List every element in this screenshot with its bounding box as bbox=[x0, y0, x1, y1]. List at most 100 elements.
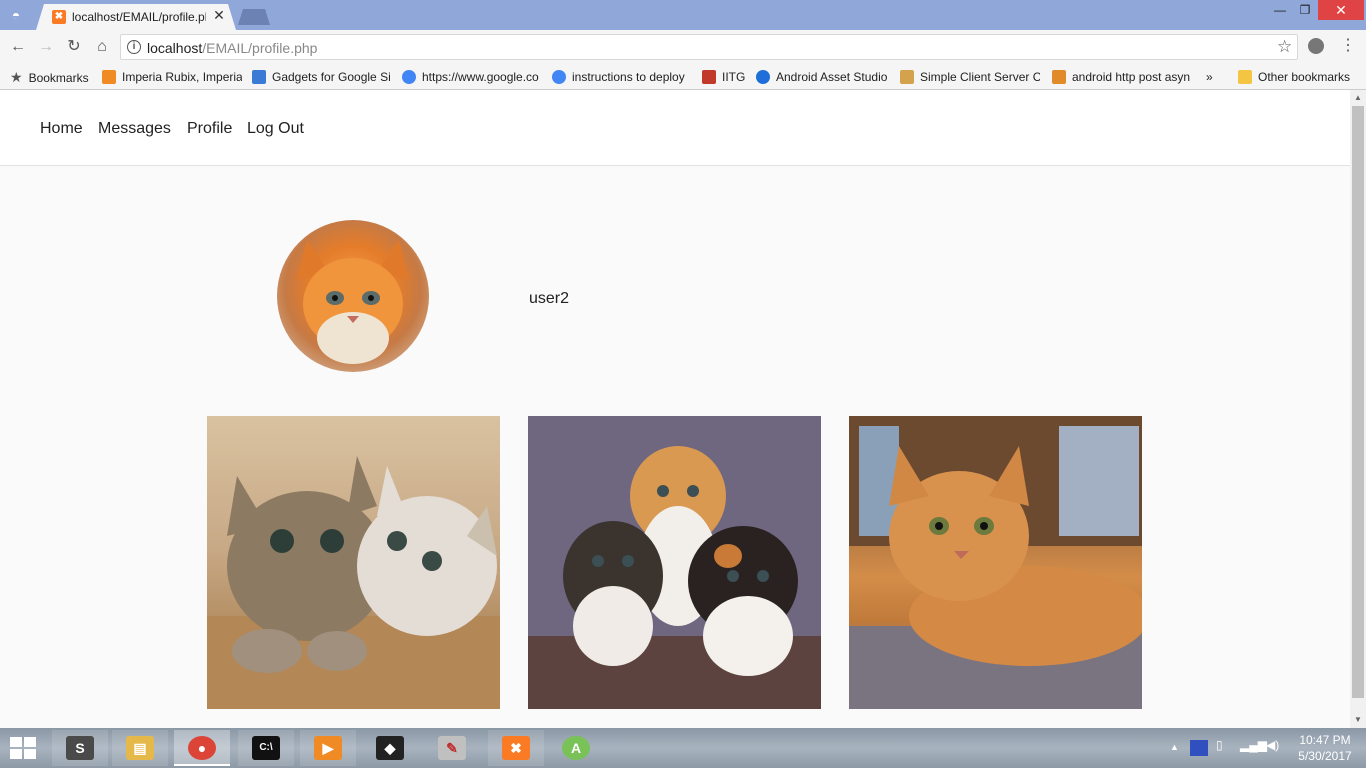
kitten-avatar-image bbox=[297, 240, 409, 364]
taskbar-paint[interactable]: ✎ bbox=[424, 730, 480, 766]
scroll-down-icon[interactable]: ▼ bbox=[1350, 712, 1366, 728]
profile-photo[interactable] bbox=[528, 416, 821, 709]
active-tab[interactable]: ✖ localhost/EMAIL/profile.php ✕ bbox=[36, 4, 236, 30]
new-tab-button[interactable] bbox=[238, 9, 270, 25]
other-bookmarks[interactable]: Other bookmarks bbox=[1238, 68, 1358, 86]
three-kittens-image bbox=[528, 416, 821, 709]
other-bookmarks-label: Other bookmarks bbox=[1258, 70, 1351, 84]
forward-icon[interactable]: → bbox=[36, 37, 56, 57]
bookmark-item[interactable]: Imperia Rubix, Imperia bbox=[102, 68, 242, 86]
paint-icon: ✎ bbox=[438, 736, 466, 760]
bookmark-label: Android Asset Studio bbox=[776, 70, 888, 84]
google-icon bbox=[402, 70, 416, 84]
url-path: /EMAIL/profile.php bbox=[202, 40, 318, 56]
bookmark-favicon-icon bbox=[900, 70, 914, 84]
menu-icon[interactable]: ⋮ bbox=[1340, 36, 1356, 56]
url-host: localhost bbox=[147, 40, 203, 56]
tray-app-icon[interactable] bbox=[1190, 740, 1208, 756]
star-icon: ★ bbox=[10, 69, 23, 85]
clock-date: 5/30/2017 bbox=[1298, 749, 1352, 763]
bookmark-item[interactable]: Android Asset Studio bbox=[756, 68, 892, 86]
browser-tabstrip: ◓ ✖ localhost/EMAIL/profile.php ✕ — ❐ ✕ bbox=[0, 0, 1366, 30]
windows-taskbar: S ▤ ● C:\ ▶ ◆ ✎ ✖ A ▲ ▯ ▂▄▆ ◀) 10:47 PM … bbox=[0, 728, 1366, 768]
scroll-thumb[interactable] bbox=[1352, 106, 1364, 698]
bookmark-label: Gadgets for Google Si bbox=[272, 70, 390, 84]
clock-time: 10:47 PM bbox=[1299, 733, 1351, 747]
address-bar[interactable]: i localhost/EMAIL/profile.php ☆ bbox=[120, 34, 1298, 60]
bookmarks-label: Bookmarks bbox=[28, 71, 89, 85]
page-scrollbar[interactable]: ▲ ▼ bbox=[1350, 90, 1366, 728]
bookmark-item[interactable]: Simple Client Server C bbox=[900, 68, 1040, 86]
nav-logout-link[interactable]: Log Out bbox=[247, 120, 304, 138]
android-studio-icon: A bbox=[562, 736, 590, 760]
file-explorer-icon: ▤ bbox=[126, 736, 154, 760]
bookmark-item[interactable]: instructions to deploy bbox=[552, 68, 690, 86]
bookmarks-menu[interactable]: ★ Bookmarks bbox=[10, 68, 94, 86]
bookmarks-overflow-button[interactable]: » bbox=[1206, 68, 1220, 86]
bookmark-favicon-icon bbox=[102, 70, 116, 84]
taskbar-unity[interactable]: ◆ bbox=[362, 730, 418, 766]
maximize-button[interactable]: ❐ bbox=[1290, 0, 1320, 20]
bookmarks-bar: ★ Bookmarks Imperia Rubix, Imperia Gadget… bbox=[0, 64, 1366, 90]
nav-messages-link[interactable]: Messages bbox=[98, 120, 171, 138]
chrome-icon: ● bbox=[188, 736, 216, 760]
media-player-icon: ▶ bbox=[314, 736, 342, 760]
volume-icon[interactable]: ◀) bbox=[1266, 738, 1279, 752]
bookmark-star-icon[interactable]: ☆ bbox=[1277, 37, 1292, 57]
info-icon[interactable]: i bbox=[127, 40, 141, 54]
profile-photo[interactable] bbox=[207, 416, 500, 709]
stackoverflow-icon bbox=[1052, 70, 1066, 84]
xampp-icon: ✖ bbox=[502, 736, 530, 760]
folder-icon bbox=[1238, 70, 1252, 84]
start-icon-pane bbox=[10, 749, 22, 759]
nav-home-link[interactable]: Home bbox=[40, 120, 83, 138]
profile-avatar bbox=[277, 220, 429, 372]
network-icon[interactable]: ▂▄▆ bbox=[1240, 738, 1267, 752]
bookmark-favicon-icon bbox=[252, 70, 266, 84]
profile-photo[interactable] bbox=[849, 416, 1142, 709]
bookmark-label: Simple Client Server C bbox=[920, 70, 1040, 84]
tab-close-icon[interactable]: ✕ bbox=[212, 8, 226, 22]
close-window-button[interactable]: ✕ bbox=[1318, 0, 1364, 20]
bookmark-item[interactable]: Gadgets for Google Si bbox=[252, 68, 390, 86]
bookmark-item[interactable]: https://www.google.co bbox=[402, 68, 540, 86]
start-button[interactable] bbox=[8, 736, 40, 760]
android-asset-studio-icon bbox=[756, 70, 770, 84]
taskbar-chrome[interactable]: ● bbox=[174, 730, 230, 766]
reload-icon[interactable]: ↻ bbox=[64, 37, 84, 57]
start-icon-pane bbox=[10, 737, 22, 747]
tab-title: localhost/EMAIL/profile.php bbox=[72, 10, 206, 24]
taskbar-media-player[interactable]: ▶ bbox=[300, 730, 356, 766]
browser-toolbar: ← → ↻ ⌂ i localhost/EMAIL/profile.php ☆ … bbox=[0, 30, 1366, 64]
bookmark-label: android http post asyn bbox=[1072, 70, 1191, 84]
two-kittens-image bbox=[207, 456, 500, 709]
site-navbar: Home Messages Profile Log Out bbox=[0, 90, 1350, 166]
nav-profile-link[interactable]: Profile bbox=[187, 120, 232, 138]
back-icon[interactable]: ← bbox=[8, 37, 28, 57]
url-text: localhost/EMAIL/profile.php bbox=[147, 40, 317, 56]
profile-icon[interactable]: ◓ bbox=[6, 5, 26, 25]
bookmark-item[interactable]: android http post asyn bbox=[1052, 68, 1192, 86]
iitg-icon bbox=[702, 70, 716, 84]
taskbar-xampp[interactable]: ✖ bbox=[488, 730, 544, 766]
bookmark-label: IITG bbox=[722, 70, 746, 84]
tray-overflow-icon[interactable]: ▲ bbox=[1170, 742, 1179, 752]
taskbar-sublime-text[interactable]: S bbox=[52, 730, 108, 766]
orange-cat-image bbox=[849, 416, 1142, 709]
command-prompt-icon: C:\ bbox=[252, 736, 280, 760]
taskbar-android-studio[interactable]: A bbox=[548, 730, 604, 766]
taskbar-command-prompt[interactable]: C:\ bbox=[238, 730, 294, 766]
start-icon-pane bbox=[24, 737, 36, 747]
start-icon-pane bbox=[24, 749, 36, 759]
taskbar-file-explorer[interactable]: ▤ bbox=[112, 730, 168, 766]
unity-icon: ◆ bbox=[376, 736, 404, 760]
bookmark-label: https://www.google.co bbox=[422, 70, 539, 84]
scroll-up-icon[interactable]: ▲ bbox=[1350, 90, 1366, 106]
system-clock[interactable]: 10:47 PM 5/30/2017 bbox=[1290, 732, 1360, 764]
bookmark-label: Imperia Rubix, Imperia bbox=[122, 70, 242, 84]
tray-device-icon[interactable]: ▯ bbox=[1216, 738, 1223, 752]
home-icon[interactable]: ⌂ bbox=[92, 37, 112, 57]
extension-icon[interactable] bbox=[1308, 38, 1324, 54]
profile-username: user2 bbox=[529, 290, 570, 307]
bookmark-item[interactable]: IITG bbox=[702, 68, 750, 86]
